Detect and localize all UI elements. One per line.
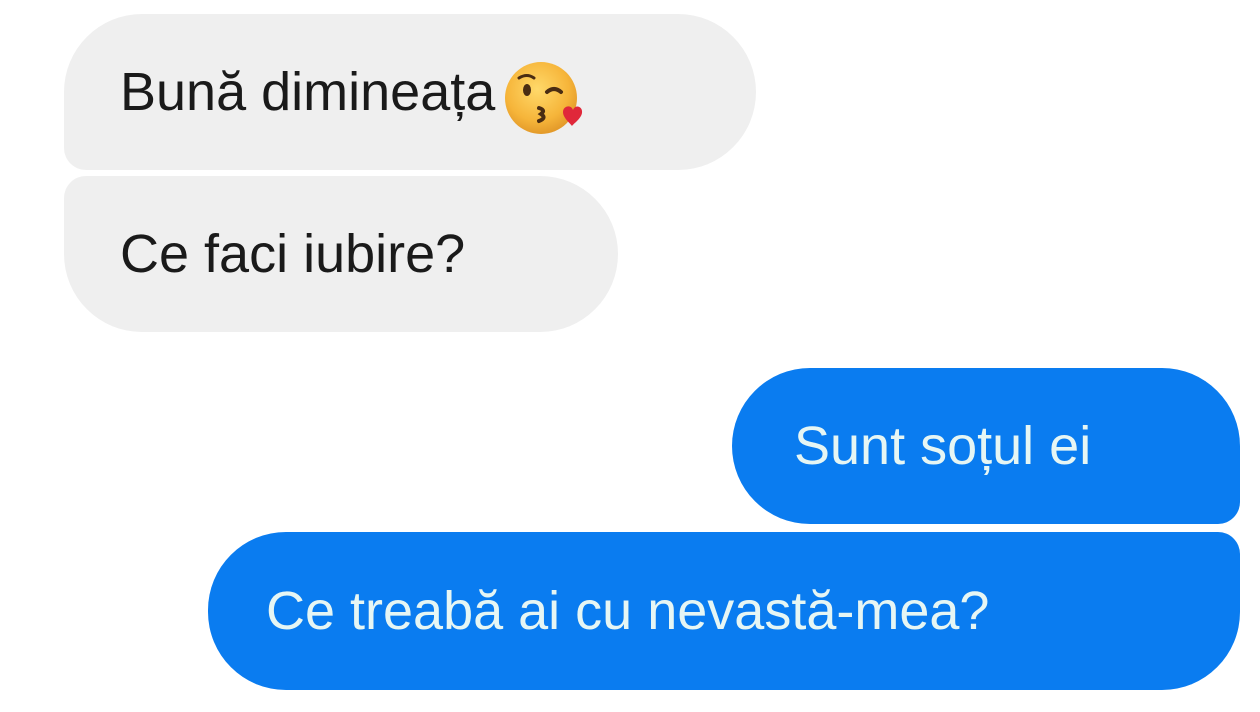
received-message-2[interactable]: Ce faci iubire? bbox=[64, 176, 618, 332]
sent-message-1[interactable]: Sunt soțul ei bbox=[732, 368, 1240, 524]
received-message-1[interactable]: Bună dimineața bbox=[64, 14, 756, 170]
sent-message-2[interactable]: Ce treabă ai cu nevastă-mea? bbox=[208, 532, 1240, 690]
chat-thread: Bună dimineața Ce faci iubire? Sunt soțu… bbox=[0, 0, 1260, 712]
message-text: Ce treabă ai cu nevastă-mea? bbox=[266, 581, 990, 641]
message-text: Ce faci iubire? bbox=[120, 224, 466, 284]
message-text: Bună dimineața bbox=[120, 62, 496, 122]
face-blowing-kiss-icon bbox=[501, 56, 585, 140]
message-text: Sunt soțul ei bbox=[794, 416, 1092, 476]
